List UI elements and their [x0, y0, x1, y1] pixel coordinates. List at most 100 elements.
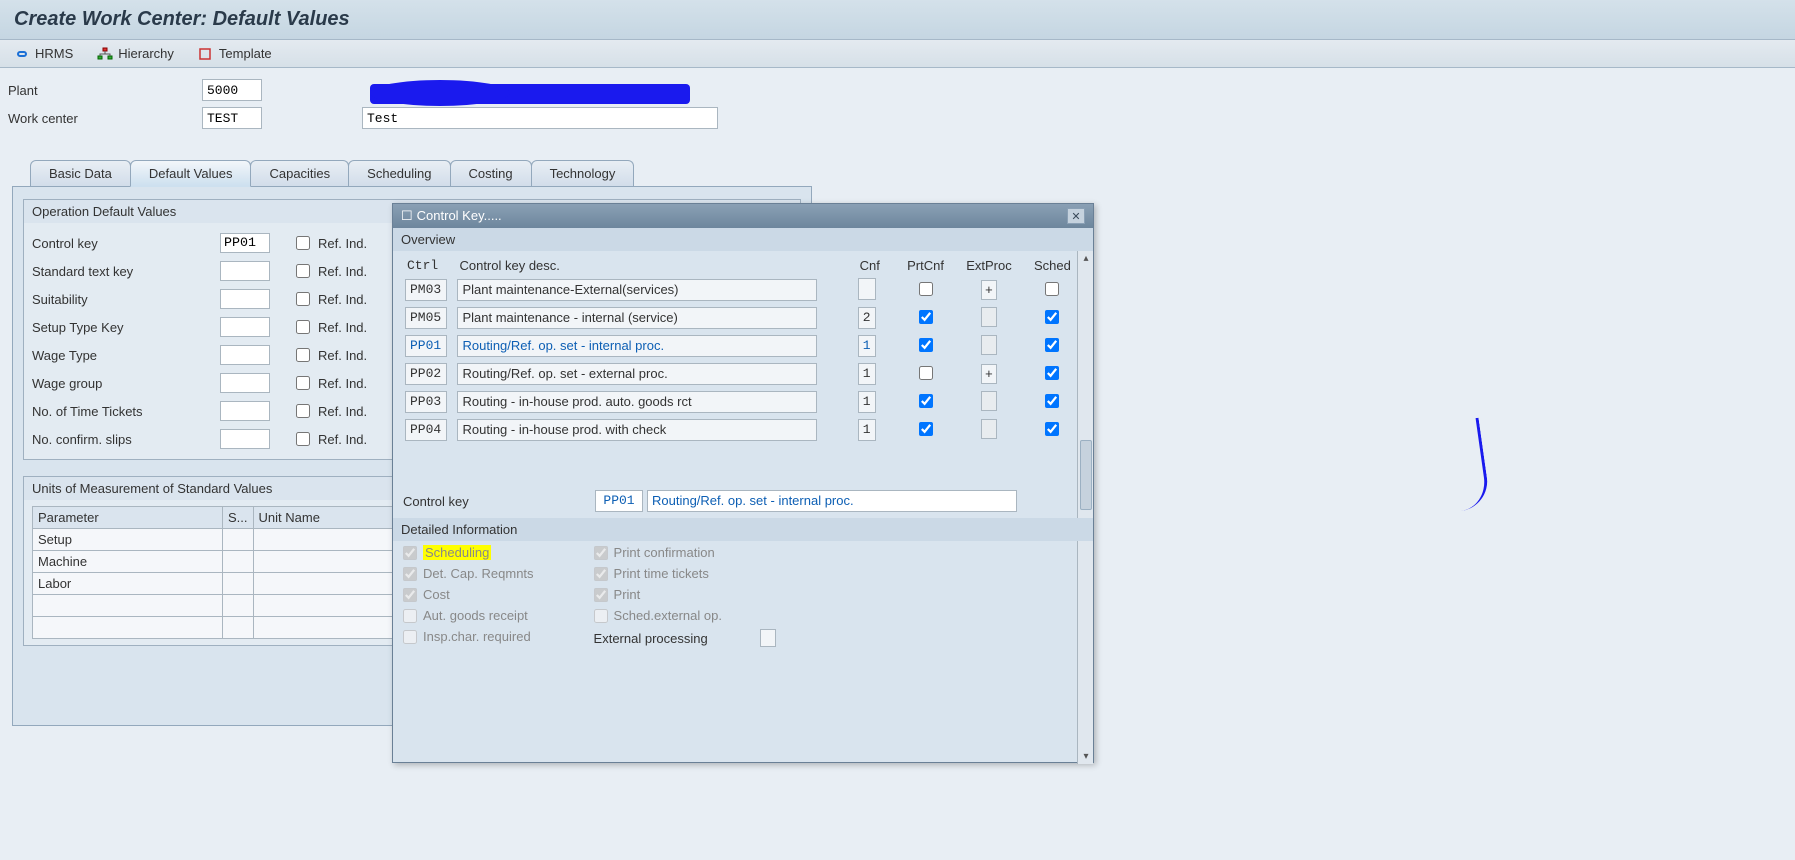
ref-ind-label: Ref. Ind.: [318, 264, 367, 279]
opdef-label: Control key: [32, 236, 212, 251]
prtcnf-checkbox[interactable]: [919, 422, 933, 436]
ctrl-desc: Plant maintenance - internal (service): [457, 307, 817, 329]
detail-item: Cost: [403, 587, 534, 602]
col-sched: Sched: [1022, 255, 1083, 276]
overview-row[interactable]: PM03 Plant maintenance-External(services…: [403, 276, 1083, 304]
opdef-label: Standard text key: [32, 264, 212, 279]
sched-checkbox[interactable]: [1045, 394, 1059, 408]
extproc-indicator: [981, 335, 997, 355]
ref-ind-checkbox[interactable]: [296, 236, 310, 250]
opdef-label: No. of Time Tickets: [32, 404, 212, 419]
overview-header: Overview: [393, 228, 1093, 251]
ref-ind-checkbox[interactable]: [296, 404, 310, 418]
ctrl-desc: Routing - in-house prod. auto. goods rct: [457, 391, 817, 413]
ctrl-code: PP04: [405, 419, 447, 441]
prtcnf-checkbox[interactable]: [919, 310, 933, 324]
cnf-value: 1: [858, 363, 876, 385]
ref-ind-checkbox[interactable]: [296, 432, 310, 446]
opdef-input[interactable]: [220, 373, 270, 393]
detail-checkbox[interactable]: [403, 588, 417, 602]
ctrl-desc: Routing/Ref. op. set - internal proc.: [457, 335, 817, 357]
ref-ind-checkbox[interactable]: [296, 292, 310, 306]
ctrl-code: PP03: [405, 391, 447, 413]
tab-default-values[interactable]: Default Values: [130, 160, 252, 187]
cnf-value: 1: [858, 391, 876, 413]
tab-technology[interactable]: Technology: [531, 160, 635, 186]
ref-ind-label: Ref. Ind.: [318, 292, 367, 307]
prtcnf-checkbox[interactable]: [919, 338, 933, 352]
overview-row[interactable]: PP02 Routing/Ref. op. set - external pro…: [403, 360, 1083, 388]
detail-label: Det. Cap. Reqmnts: [423, 566, 534, 581]
opdef-input[interactable]: [220, 401, 270, 421]
ref-ind-checkbox[interactable]: [296, 376, 310, 390]
overview-row[interactable]: PM05 Plant maintenance - internal (servi…: [403, 304, 1083, 332]
cell-s: [223, 551, 254, 573]
col-ctrl: Ctrl: [403, 255, 455, 276]
detail-checkbox[interactable]: [403, 630, 417, 644]
plant-input[interactable]: [202, 79, 262, 101]
ref-ind-label: Ref. Ind.: [318, 348, 367, 363]
tab-capacities[interactable]: Capacities: [250, 160, 349, 186]
opdef-input[interactable]: [220, 345, 270, 365]
tab-scheduling[interactable]: Scheduling: [348, 160, 450, 186]
ref-ind-checkbox[interactable]: [296, 320, 310, 334]
cell-parameter: Machine: [33, 551, 223, 573]
detail-checkbox[interactable]: [403, 546, 417, 560]
tab-basic-data[interactable]: Basic Data: [30, 160, 131, 186]
opdef-input[interactable]: [220, 429, 270, 449]
opdef-input[interactable]: [220, 317, 270, 337]
overview-row[interactable]: PP04 Routing - in-house prod. with check…: [403, 416, 1083, 444]
ref-ind-checkbox[interactable]: [296, 264, 310, 278]
workcenter-desc-input[interactable]: [362, 107, 718, 129]
cnf-value: 2: [858, 307, 876, 329]
opdef-input[interactable]: [220, 261, 270, 281]
cell-parameter: [33, 617, 223, 639]
extproc-indicator: [981, 307, 997, 327]
sched-checkbox[interactable]: [1045, 282, 1059, 296]
sched-checkbox[interactable]: [1045, 338, 1059, 352]
hierarchy-button[interactable]: Hierarchy: [97, 46, 174, 61]
prtcnf-checkbox[interactable]: [919, 394, 933, 408]
ref-ind-label: Ref. Ind.: [318, 320, 367, 335]
ctrl-code: PM03: [405, 279, 447, 301]
sched-checkbox[interactable]: [1045, 310, 1059, 324]
sched-checkbox[interactable]: [1045, 366, 1059, 380]
opdef-label: No. confirm. slips: [32, 432, 212, 447]
opdef-input[interactable]: [220, 233, 270, 253]
detail-value-box: [760, 629, 776, 647]
detail-checkbox[interactable]: [594, 567, 608, 581]
scroll-down-icon[interactable]: ▾: [1078, 748, 1094, 764]
detailed-info-header: Detailed Information: [393, 518, 1093, 541]
page-title: Create Work Center: Default Values: [0, 0, 1795, 40]
detail-checkbox[interactable]: [403, 567, 417, 581]
tab-costing[interactable]: Costing: [450, 160, 532, 186]
workcenter-input[interactable]: [202, 107, 262, 129]
ctrl-desc: Routing/Ref. op. set - external proc.: [457, 363, 817, 385]
close-icon[interactable]: ✕: [1067, 208, 1085, 224]
overview-row[interactable]: PP01 Routing/Ref. op. set - internal pro…: [403, 332, 1083, 360]
col-desc: Control key desc.: [455, 255, 855, 276]
popup-titlebar[interactable]: ☐Control Key..... ✕: [393, 204, 1093, 228]
control-key-value: PP01: [595, 490, 643, 512]
extproc-indicator: [981, 391, 997, 411]
cell-s: [223, 617, 254, 639]
detail-checkbox[interactable]: [594, 609, 608, 623]
detail-item: Det. Cap. Reqmnts: [403, 566, 534, 581]
overview-row[interactable]: PP03 Routing - in-house prod. auto. good…: [403, 388, 1083, 416]
cnf-value: [858, 278, 876, 300]
detail-checkbox[interactable]: [403, 609, 417, 623]
template-button[interactable]: Template: [198, 46, 272, 61]
detail-checkbox[interactable]: [594, 588, 608, 602]
sched-checkbox[interactable]: [1045, 422, 1059, 436]
hrms-button[interactable]: HRMS: [14, 46, 73, 61]
detail-item: Print: [594, 587, 776, 602]
prtcnf-checkbox[interactable]: [919, 366, 933, 380]
opdef-input[interactable]: [220, 289, 270, 309]
opdef-label: Wage Type: [32, 348, 212, 363]
detail-checkbox[interactable]: [594, 546, 608, 560]
popup-title-text: Control Key.....: [417, 208, 502, 223]
prtcnf-checkbox[interactable]: [919, 282, 933, 296]
ref-ind-checkbox[interactable]: [296, 348, 310, 362]
detail-label: Scheduling: [423, 545, 491, 560]
cell-parameter: Labor: [33, 573, 223, 595]
